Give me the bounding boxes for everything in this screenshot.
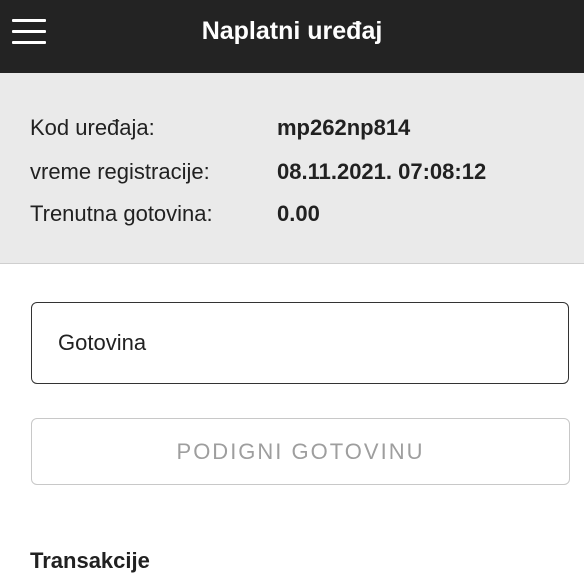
transactions-heading: Transakcije xyxy=(30,548,150,573)
current-cash-value: 0.00 xyxy=(277,201,320,226)
device-info-panel: Kod uređaja: mp262np814 vreme registraci… xyxy=(0,73,584,264)
registration-time-value: 08.11.2021. 07:08:12 xyxy=(277,159,487,184)
device-code-label: Kod uređaja: xyxy=(30,115,155,140)
page-title: Naplatni uređaj xyxy=(201,17,383,45)
device-code-value: mp262np814 xyxy=(277,115,411,140)
withdraw-cash-button[interactable]: PODIGNI GOTOVINU xyxy=(31,418,570,485)
current-cash-label: Trenutna gotovina: xyxy=(30,201,213,226)
cash-amount-input[interactable] xyxy=(31,302,569,384)
app-bar: Naplatni uređaj xyxy=(0,0,584,73)
registration-time-label: vreme registracije: xyxy=(30,159,210,184)
